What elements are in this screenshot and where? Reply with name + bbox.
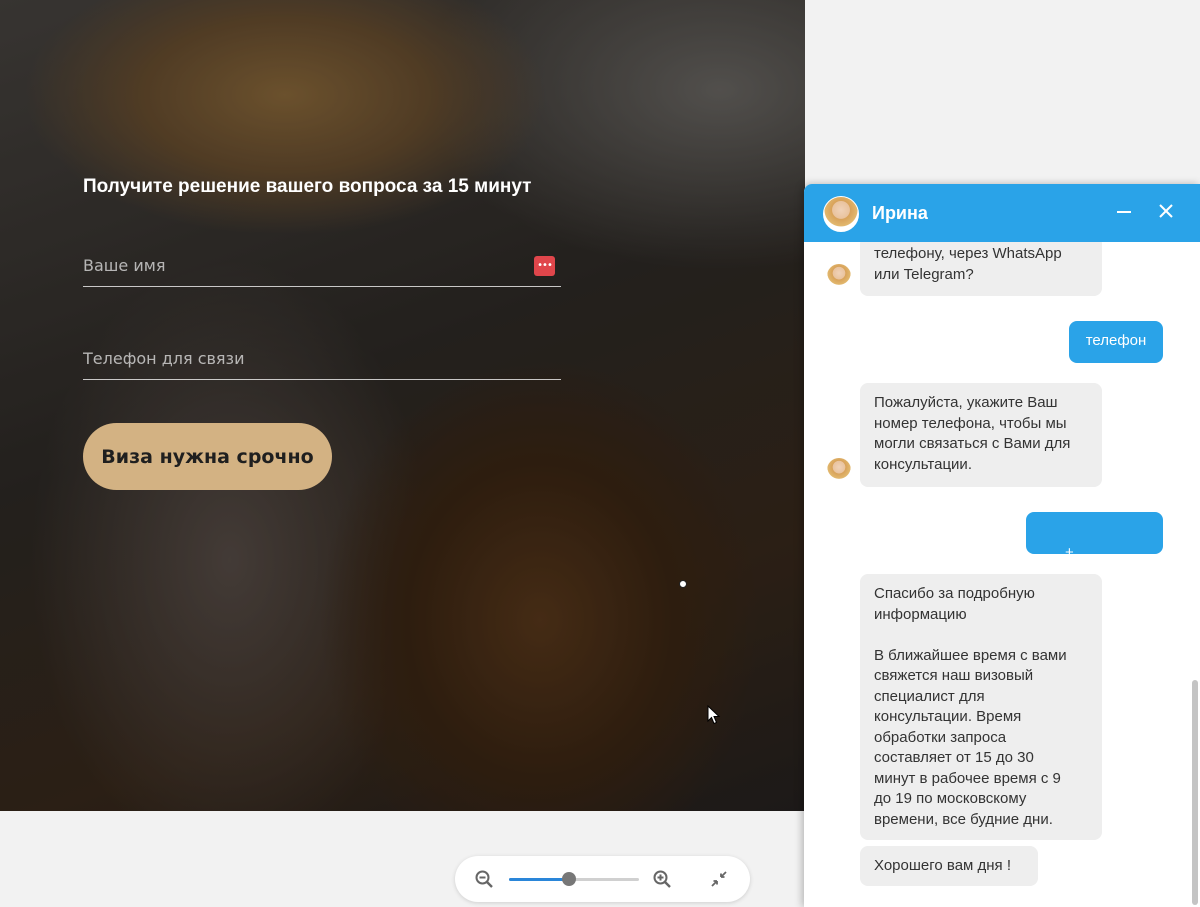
chat-header: Ирина: [804, 184, 1200, 242]
cursor-dot-icon: [679, 580, 687, 588]
hero-background: Получите решение вашего вопроса за 15 ми…: [0, 0, 805, 811]
chat-scrollbar[interactable]: [1192, 680, 1198, 905]
minimize-icon[interactable]: [1113, 200, 1135, 222]
agent-avatar: [827, 458, 851, 482]
chat-messages[interactable]: телефону, через WhatsApp или Telegram? т…: [804, 242, 1200, 907]
message-agent: Пожалуйста, укажите Ваш номер телефона, …: [860, 383, 1102, 487]
message-agent: Хорошего вам дня !: [860, 846, 1038, 886]
close-icon[interactable]: [1155, 200, 1177, 222]
callback-form: Получите решение вашего вопроса за 15 ми…: [83, 176, 561, 490]
zoom-slider-fill: [509, 878, 569, 881]
zoom-out-icon[interactable]: [474, 869, 494, 889]
chat-widget: Ирина телефону, через WhatsApp или Teleg…: [804, 184, 1200, 907]
name-input[interactable]: [83, 252, 523, 278]
password-manager-icon[interactable]: •••: [534, 256, 555, 276]
visa-urgent-button[interactable]: Виза нужна срочно: [83, 423, 332, 490]
form-heading: Получите решение вашего вопроса за 15 ми…: [83, 176, 532, 197]
zoom-in-icon[interactable]: [652, 869, 672, 889]
agent-name: Ирина: [872, 203, 928, 223]
zoom-slider[interactable]: [509, 872, 639, 886]
mouse-cursor-icon: [707, 705, 721, 725]
message-user-text: +: [1065, 543, 1074, 561]
name-field: •••: [83, 242, 561, 287]
zoom-toolbar: [455, 856, 750, 902]
hero-overlay: [0, 0, 805, 811]
collapse-icon[interactable]: [709, 869, 729, 889]
message-agent: Спасибо за подробную информацию В ближай…: [860, 574, 1102, 840]
phone-field: [83, 335, 561, 380]
phone-input[interactable]: [83, 345, 523, 371]
message-user: телефон: [1069, 321, 1163, 363]
zoom-slider-handle[interactable]: [561, 872, 576, 886]
message-user-phone: +: [1026, 512, 1163, 580]
agent-avatar: [823, 196, 859, 232]
agent-avatar: [827, 264, 851, 288]
message-agent: телефону, через WhatsApp или Telegram?: [860, 242, 1102, 296]
